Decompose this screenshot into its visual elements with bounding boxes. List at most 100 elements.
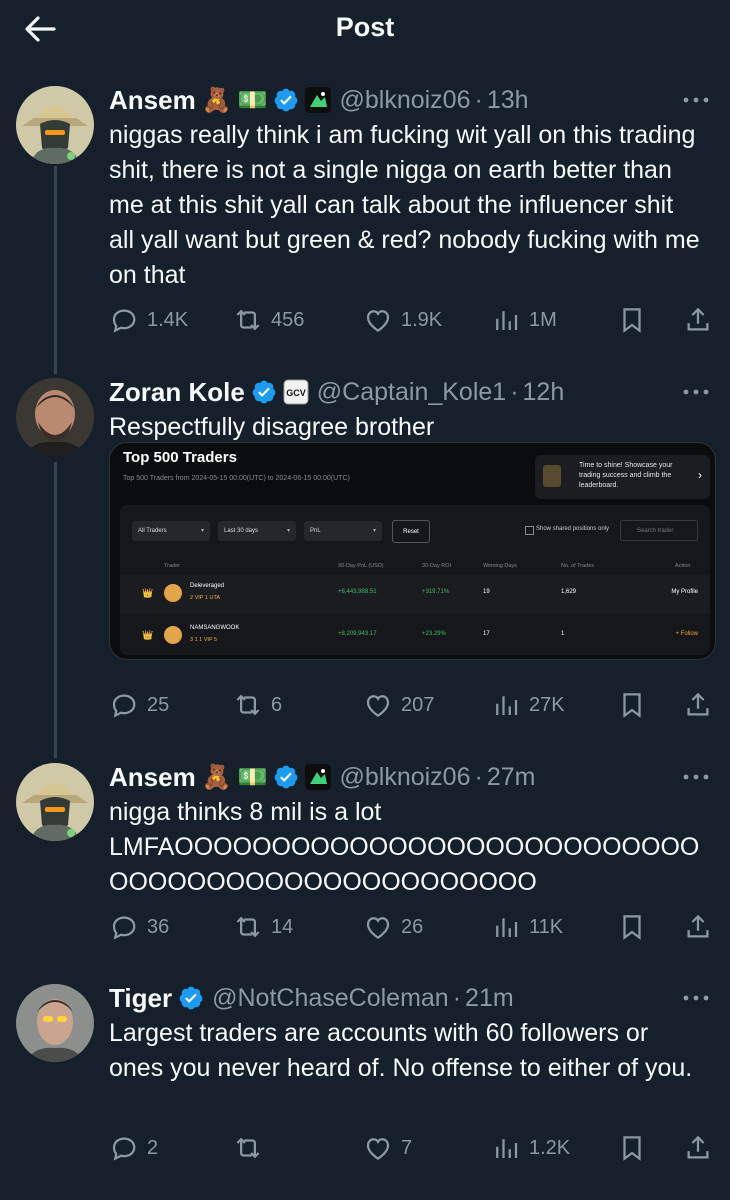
- col-pnl: 30-Day PnL (USD): [338, 563, 384, 569]
- retweet-count: 6: [271, 693, 283, 716]
- timestamp[interactable]: 12h: [523, 378, 565, 407]
- trader-name: NAMSANGWOOK: [190, 625, 240, 631]
- money-emoji: 💵: [237, 763, 268, 791]
- promo-banner: Time to shine! Showcase your trading suc…: [535, 455, 710, 499]
- views-icon: [491, 305, 521, 335]
- display-name[interactable]: Ansem: [109, 85, 196, 116]
- tweet-text: nigga thinks 8 mil is a lot LMFAOOOOOOOO…: [109, 795, 700, 900]
- roi-cell: +23.29%: [422, 631, 446, 637]
- like-button[interactable]: 1.9K: [363, 300, 442, 340]
- views-button[interactable]: 11K: [491, 907, 563, 947]
- like-button[interactable]: 7: [363, 1128, 412, 1168]
- show-shared-label: Show shared positions only: [536, 526, 610, 532]
- retweet-button[interactable]: 14: [233, 907, 293, 947]
- my-profile-link: My Profile: [671, 589, 698, 595]
- affiliate-badge-icon[interactable]: GCV: [283, 379, 309, 405]
- views-button[interactable]: 1M: [491, 300, 557, 340]
- action-bar: 36 14 26 11K: [109, 907, 714, 947]
- retweet-count: 14: [271, 915, 294, 938]
- avatar[interactable]: [16, 763, 94, 841]
- tweet-header: Zoran Kole GCV @Captain_Kole1 · 12h: [109, 376, 565, 408]
- promo-text: Time to shine! Showcase your trading suc…: [579, 462, 673, 489]
- leaderboard-subtitle: Top 500 Traders from 2024-05-15 00:00(UT…: [123, 475, 350, 482]
- col-roi: 30-Day ROI: [422, 563, 452, 569]
- verified-badge-icon: [273, 764, 299, 790]
- avatar[interactable]: [16, 86, 94, 164]
- share-button[interactable]: [683, 1128, 713, 1168]
- reply-count: 36: [147, 915, 170, 938]
- sort-select: PnL ▾: [304, 521, 382, 541]
- display-name[interactable]: Tiger: [109, 983, 172, 1014]
- trader-tags: 2 VIP 1 UTA: [190, 595, 221, 601]
- more-icon[interactable]: [680, 767, 712, 787]
- retweet-button[interactable]: 456: [233, 300, 304, 340]
- tweet-text: Largest traders are accounts with 60 fol…: [109, 1019, 693, 1082]
- teddy-bear-emoji: 🧸: [201, 763, 232, 791]
- media-image[interactable]: Top 500 Traders Top 500 Traders from 202…: [109, 442, 716, 660]
- more-icon[interactable]: [680, 988, 712, 1008]
- view-count: 1M: [529, 308, 557, 331]
- share-button[interactable]: [683, 685, 713, 725]
- views-icon: [491, 912, 521, 942]
- handle[interactable]: @NotChaseColeman: [212, 984, 449, 1013]
- avatar-image: [16, 86, 94, 164]
- tweet-text-line: OOOOOOOOOOOOOOOOOOOOOO: [109, 868, 537, 896]
- like-button[interactable]: 207: [363, 685, 434, 725]
- views-button[interactable]: 27K: [491, 685, 565, 725]
- money-emoji: 💵: [237, 86, 268, 114]
- bookmark-button[interactable]: [617, 300, 647, 340]
- tweet-text-line: LMFAOOOOOOOOOOOOOOOOOOOOOOOOOOO: [109, 833, 700, 861]
- handle[interactable]: @Captain_Kole1: [317, 378, 506, 407]
- more-icon[interactable]: [680, 382, 712, 402]
- like-icon: [363, 305, 393, 335]
- affiliate-badge-icon[interactable]: [305, 764, 332, 790]
- affiliate-badge-icon[interactable]: [305, 87, 332, 113]
- timestamp[interactable]: 27m: [487, 763, 536, 792]
- display-name[interactable]: Zoran Kole: [109, 377, 245, 408]
- share-button[interactable]: [683, 300, 713, 340]
- retweet-button[interactable]: 6: [233, 685, 282, 725]
- timestamp[interactable]: 21m: [465, 984, 514, 1013]
- page-title: Post: [335, 12, 395, 42]
- retweet-button[interactable]: [233, 1128, 271, 1168]
- reply-button[interactable]: 36: [109, 907, 169, 947]
- tweet-header: Ansem 🧸 💵 @blknoiz06 · 13h: [109, 84, 529, 116]
- tweet-text-line: nigga thinks 8 mil is a lot: [109, 798, 382, 826]
- roi-cell: +319.71%: [422, 589, 450, 595]
- reply-button[interactable]: 25: [109, 685, 169, 725]
- handle[interactable]: @blknoiz06: [339, 763, 470, 792]
- verified-badge-icon: [273, 87, 299, 113]
- trader-avatar: [164, 584, 182, 602]
- bookmark-button[interactable]: [617, 685, 647, 725]
- show-shared-checkbox: [525, 526, 534, 535]
- reply-icon: [109, 305, 139, 335]
- share-button[interactable]: [683, 907, 713, 947]
- like-button[interactable]: 26: [363, 907, 423, 947]
- reply-button[interactable]: 1.4K: [109, 300, 188, 340]
- reply-button[interactable]: 2: [109, 1128, 158, 1168]
- reply-count: 1.4K: [147, 308, 189, 331]
- action-bar: 25 6 207 27K: [109, 685, 714, 725]
- tweet-header: Ansem 🧸 💵 @blknoiz06 · 27m: [109, 761, 536, 793]
- trader-tags: 3 1 1 VIP 5: [190, 637, 218, 643]
- avatar-image: [16, 763, 94, 841]
- bookmark-button[interactable]: [617, 907, 647, 947]
- thread-connector: [54, 166, 57, 374]
- avatar[interactable]: [16, 984, 94, 1062]
- action-bar: 1.4K 456 1.9K 1M: [109, 300, 714, 340]
- display-name[interactable]: Ansem: [109, 762, 196, 793]
- like-count: 207: [401, 693, 435, 716]
- handle[interactable]: @blknoiz06: [339, 86, 470, 115]
- more-icon[interactable]: [680, 90, 712, 110]
- like-icon: [363, 690, 393, 720]
- table-row: 👑 Deleveraged 2 VIP 1 UTA +8,443,988.51 …: [120, 575, 710, 613]
- avatar[interactable]: [16, 378, 94, 456]
- timestamp[interactable]: 13h: [487, 86, 529, 115]
- views-button[interactable]: 1.2K: [491, 1128, 570, 1168]
- tweet-header: Tiger @NotChaseColeman · 21m: [109, 982, 514, 1014]
- bookmark-button[interactable]: [617, 1128, 647, 1168]
- crown-icon: 👑: [142, 630, 154, 640]
- verified-badge-icon: [178, 985, 204, 1011]
- like-count: 26: [401, 915, 424, 938]
- like-icon: [363, 912, 393, 942]
